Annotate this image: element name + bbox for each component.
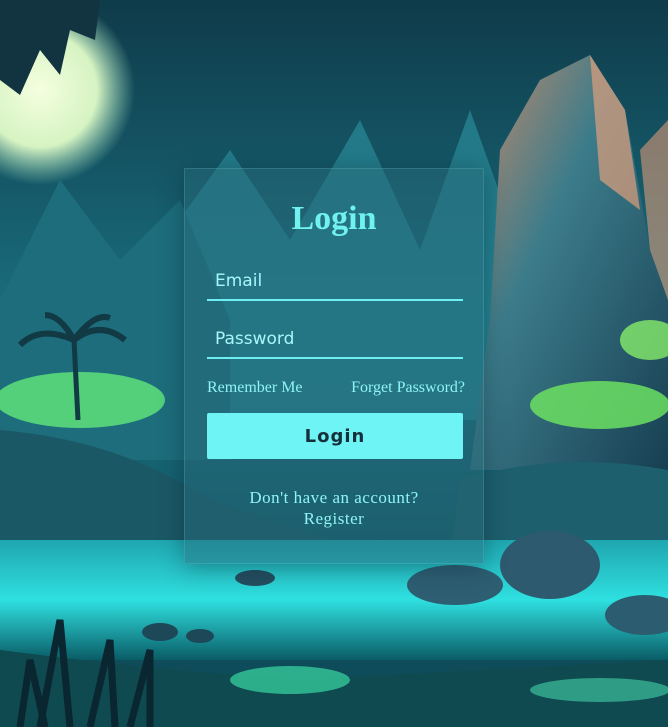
email-field-wrapper bbox=[207, 263, 463, 301]
login-options: Remember Me Forget Password? bbox=[207, 377, 465, 399]
register-link[interactable]: Register bbox=[304, 508, 365, 529]
password-input[interactable] bbox=[207, 321, 463, 357]
password-field-wrapper bbox=[207, 321, 463, 359]
no-account-text: Don't have an account? bbox=[249, 488, 419, 507]
forget-password-link[interactable]: Forget Password? bbox=[351, 379, 465, 397]
login-title: Login bbox=[291, 200, 377, 237]
login-card: Login Remember Me Forget Password? Login… bbox=[184, 168, 484, 564]
register-prompt: Don't have an account? Register bbox=[185, 487, 483, 529]
email-input[interactable] bbox=[207, 263, 463, 299]
login-button[interactable]: Login bbox=[207, 413, 463, 459]
remember-me-link[interactable]: Remember Me bbox=[207, 379, 303, 397]
